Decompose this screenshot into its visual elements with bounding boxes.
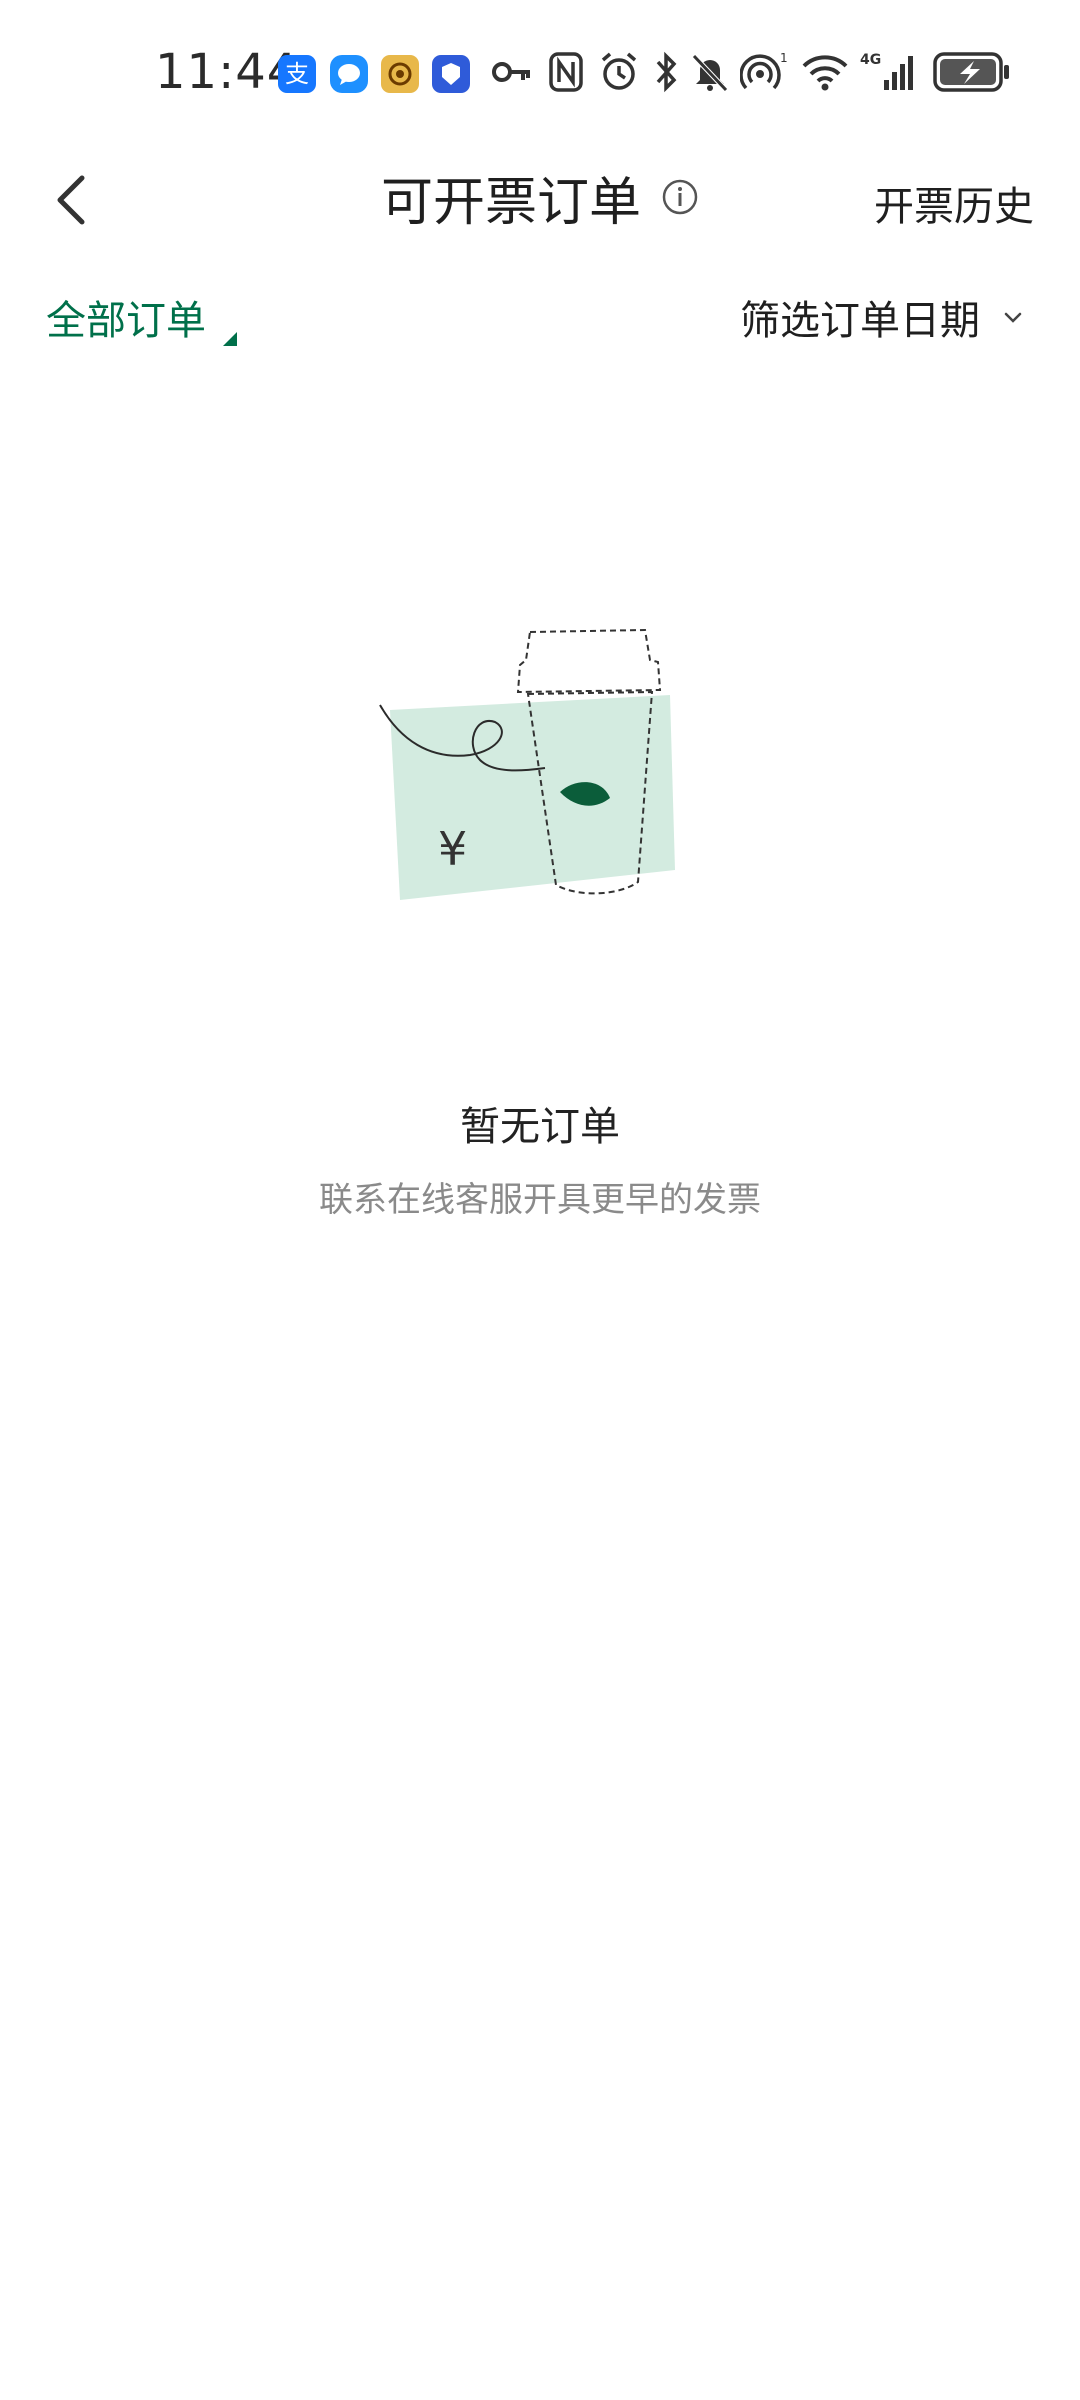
wifi-icon: [802, 55, 848, 91]
message-notification-icon: [330, 55, 368, 93]
empty-orders-illustration: ¥: [379, 628, 675, 900]
empty-state-subtitle: 联系在线客服开具更早的发票: [319, 1180, 761, 1220]
app-notification-icon: [381, 55, 419, 93]
cellular-signal-icon: 4G: [860, 52, 913, 90]
filter-row: 全部订单 筛选订单日期: [0, 278, 1080, 358]
battery-charging-icon: [933, 52, 1009, 92]
status-time: 11:44: [155, 44, 299, 100]
info-icon[interactable]: [661, 178, 699, 216]
date-filter-dropdown[interactable]: 筛选订单日期: [740, 288, 1024, 346]
alipay-notification-icon: 支: [278, 55, 316, 93]
svg-text:1: 1: [780, 51, 788, 65]
hotspot-icon: 1: [740, 51, 788, 90]
svg-text:4G: 4G: [860, 52, 881, 68]
empty-state-title: 暂无订单: [460, 1104, 620, 1150]
tab-all-orders[interactable]: 全部订单: [46, 288, 206, 346]
dropdown-corner-icon: [223, 332, 237, 346]
nfc-icon: [549, 52, 583, 92]
app-notification-icon-2: [432, 55, 470, 93]
status-bar: 11:44 支 1 4G: [0, 0, 1080, 150]
yen-symbol: ¥: [438, 822, 467, 876]
chevron-down-icon: [1004, 312, 1022, 323]
invoice-orders-page: 11:44 支 1 4G 可开票订单 开票历史 全部订单 筛选订单日期 ¥ 暂无…: [0, 0, 1080, 2400]
header: 可开票订单 开票历史: [0, 150, 1080, 250]
page-title: 可开票订单: [380, 172, 641, 233]
bluetooth-icon: [656, 51, 677, 93]
date-filter-label: 筛选订单日期: [740, 298, 980, 344]
cup-lid-shape: [516, 628, 662, 694]
alarm-icon: [601, 52, 637, 90]
invoice-history-button[interactable]: 开票历史: [874, 174, 1034, 232]
vpn-key-icon: [492, 62, 530, 82]
mute-icon: [692, 54, 728, 92]
